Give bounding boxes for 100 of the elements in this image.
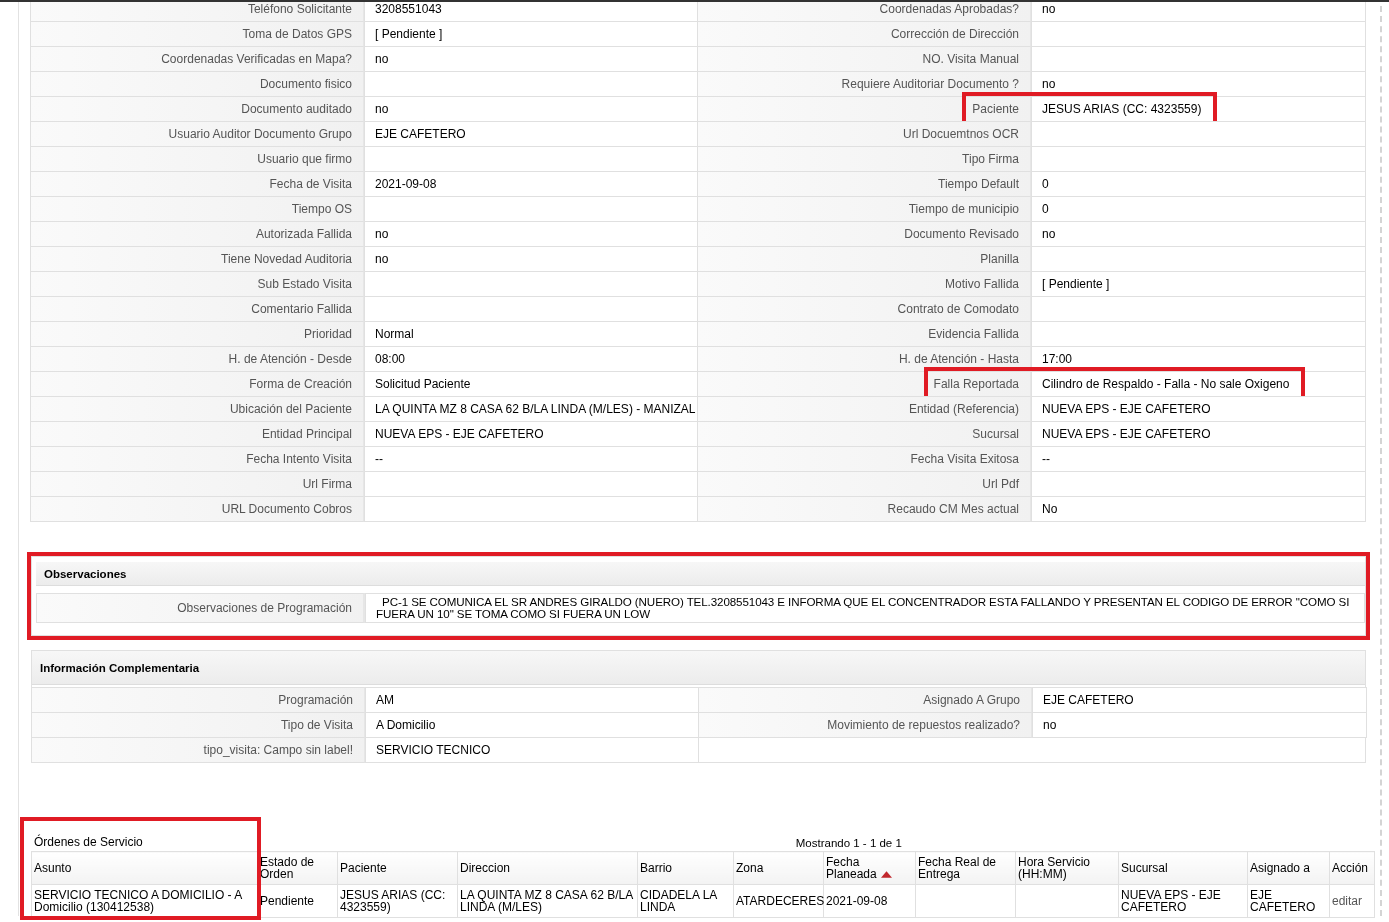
- section-title: Órdenes de Servicio: [34, 835, 143, 849]
- field-label: tipo_visita: Campo sin label!: [203, 743, 353, 757]
- field-label: Sub Estado Visita: [257, 277, 352, 291]
- field-label: Usuario que firmo: [257, 152, 352, 166]
- field-value: EJE CAFETERO: [1043, 693, 1134, 707]
- field-label: URL Documento Cobros: [221, 502, 352, 516]
- table-cell: ATARDECERES: [733, 884, 824, 918]
- field-label: Tiempo Default: [938, 177, 1019, 191]
- field-value: [ Pendiente ]: [375, 27, 443, 41]
- field-label: Coordenadas Verificadas en Mapa?: [161, 52, 352, 66]
- field-label: Contrato de Comodato: [897, 302, 1019, 316]
- field-value: Solicitud Paciente: [375, 377, 471, 391]
- field-label: Url Firma: [302, 477, 352, 491]
- field-label: Usuario Auditor Documento Grupo: [168, 127, 352, 141]
- column-header[interactable]: Barrio: [637, 851, 734, 885]
- field-value: AM: [376, 693, 394, 707]
- field-label: Programación: [278, 693, 353, 707]
- field-label: NO. Visita Manual: [922, 52, 1019, 66]
- field-value: no: [375, 252, 389, 266]
- field-label: Url Docuemtnos OCR: [902, 127, 1019, 141]
- field-label: Entidad (Referencia): [908, 402, 1019, 416]
- field-value: PC-1 SE COMUNICA EL SR ANDRES GIRALDO (NUERO) TEL.3208551043 E INFORMA QUE EL CONCENTRADOR ESTA FALLANDO Y PRESENTAN EL CODIGO DE ERROR "COMO SI FUERA UN 10" SE TOMA COMO SI FUERA UN LOW: [376, 596, 1351, 620]
- field-label: Fecha de Visita: [269, 177, 352, 191]
- field-value: 2021-09-08: [375, 177, 437, 191]
- field-value: NUEVA EPS - EJE CAFETERO: [1042, 402, 1211, 416]
- field-label: Entidad Principal: [261, 427, 352, 441]
- field-label: Planilla: [980, 252, 1019, 266]
- field-value: NUEVA EPS - EJE CAFETERO: [1042, 427, 1211, 441]
- table-cell: EJE CAFETERO: [1247, 884, 1330, 918]
- field-label: Paciente: [972, 102, 1019, 116]
- field-label: Motivo Fallida: [944, 277, 1019, 291]
- column-header[interactable]: Paciente: [337, 851, 458, 885]
- table-cell: 2021-09-08: [823, 884, 916, 918]
- field-label: Autorizada Fallida: [255, 227, 352, 241]
- column-header[interactable]: Hora Servicio (HH:MM): [1015, 851, 1119, 885]
- field-value: JESUS ARIAS (CC: 4323559): [1042, 102, 1202, 116]
- column-header[interactable]: Zona: [733, 851, 824, 885]
- field-label: Ubicación del Paciente: [229, 402, 352, 416]
- field-label: Sucursal: [972, 427, 1019, 441]
- field-label: Tiene Novedad Auditoria: [221, 252, 352, 266]
- field-label: Tipo de Visita: [280, 718, 353, 732]
- field-value: --: [1042, 452, 1050, 466]
- field-value: NUEVA EPS - EJE CAFETERO: [375, 427, 544, 441]
- field-label: Evidencia Fallida: [928, 327, 1019, 341]
- field-label: Observaciones de Programación: [177, 601, 352, 615]
- field-value: SERVICIO TECNICO: [376, 743, 491, 757]
- table-cell: CIDADELA LA LINDA: [637, 884, 734, 918]
- field-label: H. de Atención - Hasta: [898, 352, 1019, 366]
- field-value: 0: [1042, 177, 1049, 191]
- field-label: Fecha Intento Visita: [246, 452, 352, 466]
- field-value: no: [375, 227, 389, 241]
- table-cell: LA QUINTA MZ 8 CASA 62 B/LA LINDA (M/LES): [457, 884, 638, 918]
- field-label: Url Pdf: [982, 477, 1019, 491]
- field-label: H. de Atención - Desde: [228, 352, 352, 366]
- field-label: Tiempo de municipio: [908, 202, 1019, 216]
- field-value: 0: [1042, 202, 1049, 216]
- field-label: Prioridad: [303, 327, 352, 341]
- field-value: --: [375, 452, 383, 466]
- field-label: Requiere Auditoriar Documento ?: [841, 77, 1019, 91]
- field-value: Cilindro de Respaldo - Falla - No sale Oxigeno: [1042, 377, 1290, 391]
- field-label: Falla Reportada: [933, 377, 1019, 391]
- field-value: no: [1043, 718, 1057, 732]
- field-value: no: [1042, 77, 1056, 91]
- table-cell: JESUS ARIAS (CC: 4323559): [337, 884, 458, 918]
- section-title: Información Complementaria: [40, 661, 200, 674]
- field-label: Asignado A Grupo: [923, 693, 1020, 707]
- table-cell: Pendiente: [259, 884, 338, 918]
- field-value: no: [375, 102, 389, 116]
- field-value: No: [1042, 502, 1058, 516]
- field-value: Normal: [375, 327, 414, 341]
- column-header[interactable]: Asunto: [31, 851, 260, 885]
- field-value: LA QUINTA MZ 8 CASA 62 B/LA LINDA (M/LES) - MANIZAL: [375, 402, 696, 416]
- column-header[interactable]: Sucursal: [1118, 851, 1248, 885]
- field-label: Teléfono Solicitante: [247, 2, 352, 16]
- field-label: Corrección de Dirección: [890, 27, 1019, 41]
- field-value: 08:00: [375, 352, 406, 366]
- column-header[interactable]: Acción: [1329, 851, 1375, 885]
- field-value: no: [375, 52, 389, 66]
- field-value: [ Pendiente ]: [1042, 277, 1110, 291]
- field-value: 3208551043: [375, 2, 442, 16]
- column-header[interactable]: Asignado a: [1247, 851, 1330, 885]
- field-value: A Domicilio: [376, 718, 436, 732]
- field-label: Tiempo OS: [291, 202, 352, 216]
- field-label: Fecha Visita Exitosa: [910, 452, 1019, 466]
- column-header[interactable]: Direccion: [457, 851, 638, 885]
- section-title: Observaciones: [44, 567, 127, 580]
- field-label: Documento Revisado: [904, 227, 1019, 241]
- field-label: Documento fisico: [259, 77, 352, 91]
- column-header[interactable]: Estado de Orden: [259, 851, 338, 885]
- column-header[interactable]: Fecha Real de Entrega: [915, 851, 1016, 885]
- column-header[interactable]: Fecha Planeada: [823, 851, 916, 885]
- field-value: EJE CAFETERO: [375, 127, 466, 141]
- field-label: Tipo Firma: [962, 152, 1019, 166]
- field-label: Toma de Datos GPS: [242, 27, 352, 41]
- field-label: Recaudo CM Mes actual: [887, 502, 1019, 516]
- field-label: Coordenadas Aprobadas?: [879, 2, 1019, 16]
- field-value: no: [1042, 227, 1056, 241]
- table-cell: NUEVA EPS - EJE CAFETERO: [1118, 884, 1248, 918]
- field-label: Comentario Fallida: [251, 302, 352, 316]
- field-label: Movimiento de repuestos realizado?: [827, 718, 1020, 732]
